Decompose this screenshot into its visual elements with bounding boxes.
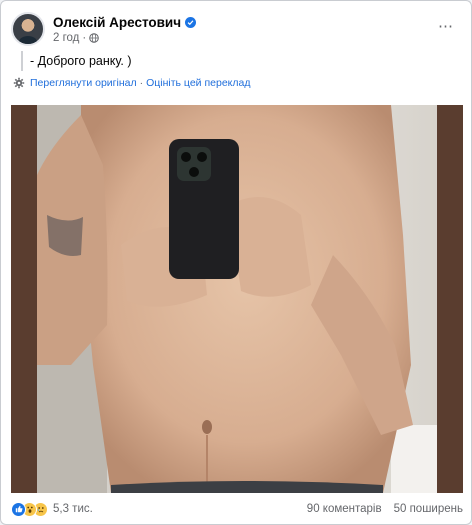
author-avatar[interactable] [11, 12, 45, 46]
post-text: - Доброго ранку. ) [21, 51, 457, 71]
post-timestamp[interactable]: 2 год [53, 32, 79, 44]
translate-gear-icon [13, 77, 25, 89]
more-dots-icon: ⋯ [438, 18, 454, 35]
verified-badge-icon [185, 16, 197, 28]
mirror-selfie-image [11, 105, 463, 493]
post-meta: 2 год · [53, 32, 196, 44]
post-header: Олексій Арестович 2 год · [11, 9, 197, 49]
post-photo[interactable] [11, 105, 463, 493]
post-footer: 5,3 тис. 90 коментарів 50 поширень [11, 495, 463, 523]
author-name[interactable]: Олексій Арестович [53, 15, 181, 30]
translation-separator: · [139, 77, 144, 89]
rate-translation-link[interactable]: Оцініть цей переклад [146, 77, 250, 89]
footer-stats: 90 коментарів 50 поширень [307, 503, 463, 515]
shares-count-link[interactable]: 50 поширень [394, 503, 463, 515]
post-body: - Доброго ранку. ) Переглянути оригінал … [13, 51, 457, 89]
globe-icon [89, 32, 100, 43]
author-block: Олексій Арестович 2 год · [53, 15, 197, 44]
comments-count-link[interactable]: 90 коментарів [307, 503, 382, 515]
more-options-button[interactable]: ⋯ [433, 13, 459, 39]
translation-row: Переглянути оригінал · Оцініть цей перек… [13, 77, 457, 89]
like-icon [11, 501, 26, 517]
see-original-link[interactable]: Переглянути оригінал [30, 77, 137, 89]
reaction-count[interactable]: 5,3 тис. [53, 503, 93, 515]
post-card: Олексій Арестович 2 год · ⋯ - Доброго ра… [0, 0, 472, 525]
meta-separator: · [82, 31, 87, 44]
reactions-summary[interactable]: 5,3 тис. [11, 501, 93, 517]
author-name-row: Олексій Арестович [53, 15, 197, 30]
